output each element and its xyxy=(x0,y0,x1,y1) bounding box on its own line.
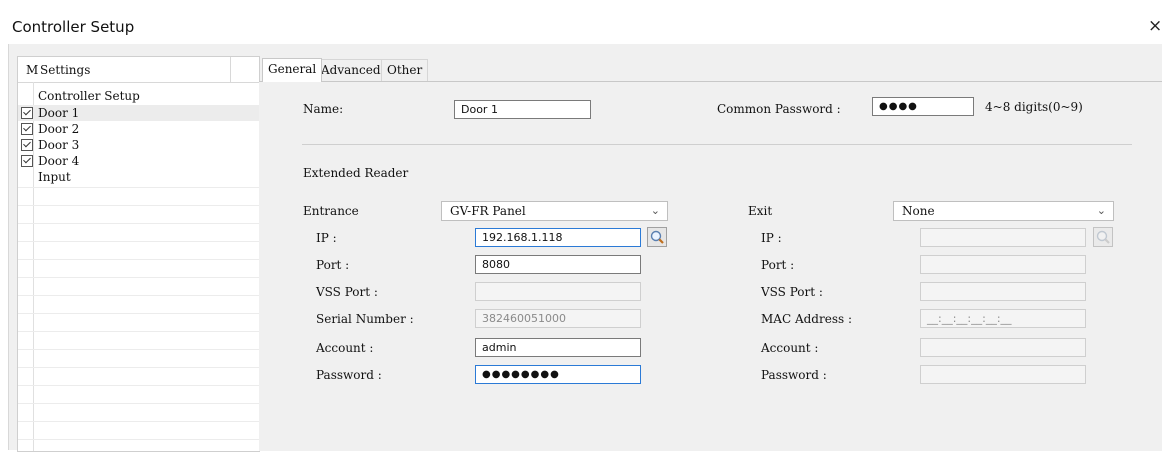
entrance-serial-field: 382460051000 xyxy=(475,309,641,328)
entrance-account-label: Account : xyxy=(316,341,374,355)
exit-port-field xyxy=(920,255,1086,274)
common-password-hint: 4~8 digits(0~9) xyxy=(985,100,1083,114)
settings-header: M Settings xyxy=(18,57,259,83)
exit-vss-port-field xyxy=(920,282,1086,301)
grid-row xyxy=(18,439,259,440)
exit-password-field xyxy=(920,365,1086,384)
tree-item-label: Door 4 xyxy=(38,154,80,168)
tree-item-controller-setup[interactable]: Controller Setup xyxy=(18,88,259,104)
tree-item-input[interactable]: Input xyxy=(18,169,259,185)
entrance-password-label: Password : xyxy=(316,368,382,382)
name-label: Name: xyxy=(303,102,344,116)
grid-row xyxy=(18,367,259,368)
column-m-header: M xyxy=(26,63,39,77)
exit-account-field xyxy=(920,338,1086,357)
grid-row xyxy=(18,259,259,260)
search-icon[interactable] xyxy=(647,227,667,247)
extended-reader-label: Extended Reader xyxy=(303,166,409,180)
tree-item-label: Door 1 xyxy=(38,106,80,120)
entrance-port-field[interactable]: 8080 xyxy=(475,255,641,274)
section-divider xyxy=(302,144,1132,145)
exit-ip-field xyxy=(920,228,1086,247)
exit-password-label: Password : xyxy=(761,368,827,382)
checkbox-checked-icon[interactable] xyxy=(21,155,33,167)
checkbox-checked-icon[interactable] xyxy=(21,107,33,119)
exit-vss-port-label: VSS Port : xyxy=(761,285,823,299)
exit-mac-label: MAC Address : xyxy=(761,312,852,326)
tree-item-label: Input xyxy=(38,170,71,184)
entrance-label: Entrance xyxy=(303,204,359,218)
tree-item-door-2[interactable]: Door 2 xyxy=(18,121,259,137)
exit-port-label: Port : xyxy=(761,258,795,272)
entrance-account-field[interactable]: admin xyxy=(475,338,641,357)
tree-item-door-4[interactable]: Door 4 xyxy=(18,153,259,169)
entrance-ip-label: IP : xyxy=(316,231,337,245)
tree-item-label: Door 3 xyxy=(38,138,80,152)
tab-general[interactable]: General xyxy=(262,58,323,82)
entrance-vss-port-label: VSS Port : xyxy=(316,285,378,299)
exit-account-label: Account : xyxy=(761,341,819,355)
grid-row xyxy=(18,313,259,314)
entrance-ip-field[interactable]: 192.168.1.118 xyxy=(475,228,641,247)
search-icon xyxy=(1093,227,1113,247)
grid-row xyxy=(18,421,259,422)
entrance-serial-label: Serial Number : xyxy=(316,312,414,326)
chevron-down-icon: ⌄ xyxy=(1096,204,1106,217)
grid-row xyxy=(18,277,259,278)
grid-row xyxy=(18,241,259,242)
tab-other[interactable]: Other xyxy=(381,59,429,81)
grid-row xyxy=(18,349,259,350)
exit-reader-value: None xyxy=(902,204,935,218)
column-settings-header: Settings xyxy=(40,63,91,77)
tree-item-label: Controller Setup xyxy=(38,89,140,103)
entrance-reader-select[interactable]: GV-FR Panel ⌄ xyxy=(441,201,668,221)
checkbox-checked-icon[interactable] xyxy=(21,123,33,135)
grid-row xyxy=(18,385,259,386)
entrance-password-field[interactable]: ●●●●●●●● xyxy=(475,365,641,384)
tab-advanced[interactable]: Advanced xyxy=(315,59,387,81)
entrance-reader-value: GV-FR Panel xyxy=(450,204,526,218)
entrance-vss-port-field xyxy=(475,282,641,301)
grid-row xyxy=(18,331,259,332)
grid-row xyxy=(18,403,259,404)
header-divider xyxy=(230,57,231,82)
tree-item-label: Door 2 xyxy=(38,122,80,136)
exit-ip-label: IP : xyxy=(761,231,782,245)
exit-reader-select[interactable]: None ⌄ xyxy=(893,201,1114,221)
chevron-down-icon: ⌄ xyxy=(650,204,660,217)
tree-item-door-1[interactable]: Door 1 xyxy=(18,105,259,121)
grid-row xyxy=(18,187,259,188)
exit-label: Exit xyxy=(748,204,773,218)
grid-row xyxy=(18,223,259,224)
exit-mac-field: __:__:__:__:__:__ xyxy=(920,309,1086,328)
close-icon[interactable]: × xyxy=(1148,16,1162,36)
common-password-field[interactable]: ●●●● xyxy=(872,97,974,116)
entrance-port-label: Port : xyxy=(316,258,350,272)
common-password-label: Common Password : xyxy=(717,102,841,116)
name-field[interactable]: Door 1 xyxy=(454,100,591,119)
window-title: Controller Setup xyxy=(12,18,135,36)
settings-tree: M Settings Controller Setup Door 1 Door … xyxy=(17,56,260,452)
tree-item-door-3[interactable]: Door 3 xyxy=(18,137,259,153)
grid-row xyxy=(18,205,259,206)
checkbox-checked-icon[interactable] xyxy=(21,139,33,151)
window-titlebar: Controller Setup × xyxy=(0,0,1162,44)
grid-row xyxy=(18,295,259,296)
